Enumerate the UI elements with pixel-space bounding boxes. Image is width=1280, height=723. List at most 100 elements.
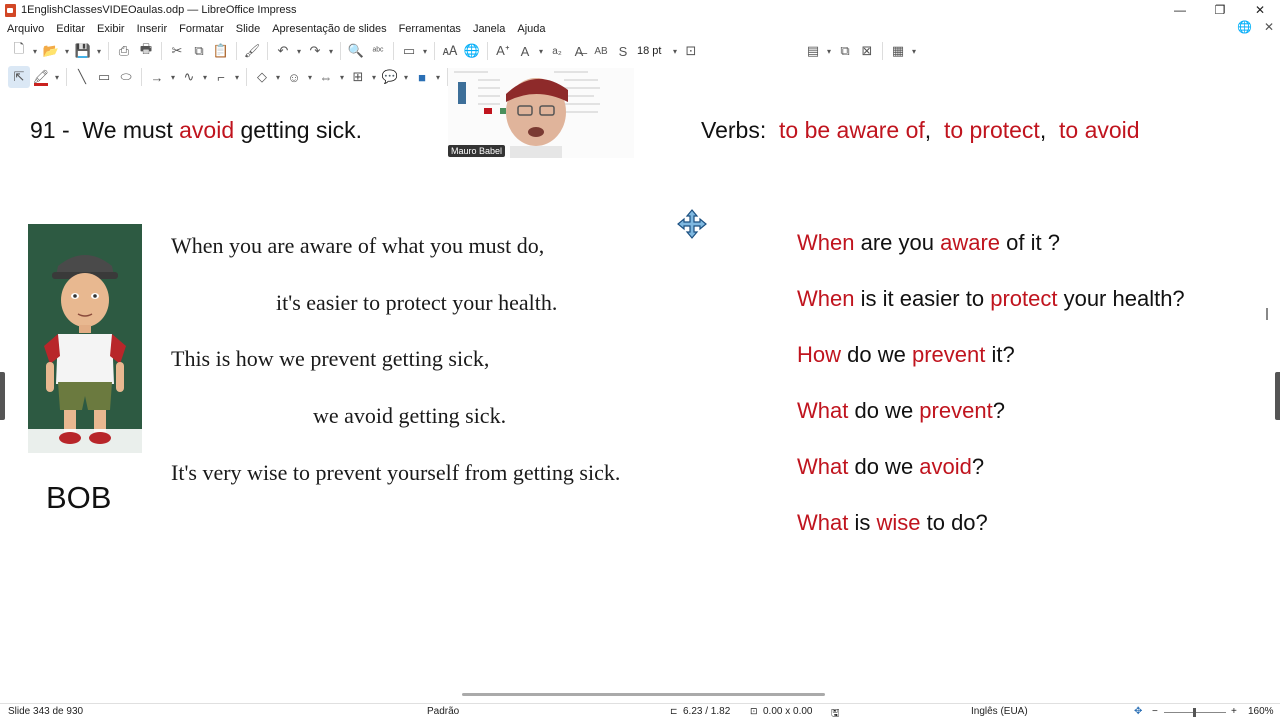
slide-pane-toggle[interactable] xyxy=(0,372,5,420)
question-1[interactable]: When are you aware of it ? xyxy=(797,230,1060,256)
insert-line-icon[interactable]: ╲ xyxy=(71,66,93,88)
globe-icon[interactable]: 🌐 xyxy=(1237,20,1252,34)
print-icon[interactable]: 🖶 xyxy=(135,40,157,62)
menu-exibir[interactable]: Exibir xyxy=(91,23,131,35)
menu-janela[interactable]: Janela xyxy=(467,23,511,35)
shadow-icon[interactable]: S xyxy=(612,40,634,62)
menu-apresentacao[interactable]: Apresentação de slides xyxy=(266,23,392,35)
block-arrows-icon[interactable]: ⇔ xyxy=(315,66,337,88)
question-5[interactable]: What do we avoid? xyxy=(797,454,984,480)
question-6[interactable]: What is wise to do? xyxy=(797,510,988,536)
spellcheck-icon[interactable]: ᵃᵇᶜ xyxy=(367,40,389,62)
chevron-down-icon[interactable]: ▾ xyxy=(94,40,104,62)
chevron-down-icon[interactable]: ▾ xyxy=(433,66,443,88)
chevron-down-icon[interactable]: ▾ xyxy=(909,40,919,62)
zoom-out-button[interactable]: − xyxy=(1152,706,1158,717)
slide-show-icon[interactable]: ⊡ xyxy=(680,40,702,62)
redo-icon[interactable]: ↷ xyxy=(304,40,326,62)
export-pdf-icon[interactable]: ⎙ xyxy=(113,40,135,62)
slide-layout-icon[interactable]: ▦ xyxy=(887,40,909,62)
chevron-down-icon[interactable]: ▾ xyxy=(536,40,546,62)
character-name[interactable]: BOB xyxy=(46,480,111,516)
menu-slide[interactable]: Slide xyxy=(230,23,266,35)
connectors-icon[interactable]: ⌐ xyxy=(210,66,232,88)
char-spacing-icon[interactable]: AB xyxy=(590,40,612,62)
question-3[interactable]: How do we prevent it? xyxy=(797,342,1015,368)
undo-icon[interactable]: ↶ xyxy=(272,40,294,62)
duplicate-slide-icon[interactable]: ⧉ xyxy=(834,40,856,62)
chevron-down-icon[interactable]: ▾ xyxy=(52,66,62,88)
chevron-down-icon[interactable]: ▾ xyxy=(401,66,411,88)
menu-arquivo[interactable]: Arquivo xyxy=(0,23,50,35)
increase-font-icon[interactable]: Aᐩ xyxy=(492,40,514,62)
menu-inserir[interactable]: Inserir xyxy=(131,23,174,35)
font-size-field[interactable]: 18 pt xyxy=(634,42,670,60)
new-document-icon[interactable]: 🗋 xyxy=(8,40,30,62)
minimize-button[interactable]: — xyxy=(1160,0,1200,20)
subscript-icon[interactable]: a₂ xyxy=(546,40,568,62)
zoom-in-button[interactable]: + xyxy=(1231,706,1237,717)
chevron-down-icon[interactable]: ▾ xyxy=(824,40,834,62)
select-pointer-icon[interactable]: ⇱ xyxy=(8,66,30,88)
flowchart-icon[interactable]: ⊞ xyxy=(347,66,369,88)
fit-slide-icon[interactable]: ✥ xyxy=(1134,706,1142,717)
3d-objects-icon[interactable]: ■ xyxy=(411,66,433,88)
passage-line[interactable]: When you are aware of what you must do, xyxy=(171,233,544,259)
insert-text-box-icon[interactable]: 🗚 xyxy=(439,40,461,62)
paste-icon[interactable]: 📋 xyxy=(210,40,232,62)
restore-button[interactable]: ❐ xyxy=(1200,0,1240,20)
lines-arrows-icon[interactable]: → xyxy=(146,66,168,88)
basic-shapes-icon[interactable]: ◇ xyxy=(251,66,273,88)
line-color-icon[interactable]: 🖍 xyxy=(30,66,52,88)
passage-line[interactable]: it's easier to protect your health. xyxy=(276,290,557,316)
ellipse-icon[interactable]: ⬭ xyxy=(115,66,137,88)
text-language[interactable]: Inglês (EUA) xyxy=(971,706,1028,717)
question-2[interactable]: When is it easier to protect your health… xyxy=(797,286,1185,312)
rectangle-icon[interactable]: ▭ xyxy=(93,66,115,88)
zoom-level[interactable]: 160% xyxy=(1248,706,1274,717)
chevron-down-icon[interactable]: ▾ xyxy=(326,40,336,62)
clear-format-icon[interactable]: A̶ xyxy=(568,40,590,62)
menu-ajuda[interactable]: Ajuda xyxy=(511,23,551,35)
menu-formatar[interactable]: Formatar xyxy=(173,23,230,35)
display-views-icon[interactable]: ▭ xyxy=(398,40,420,62)
passage-line[interactable]: It's very wise to prevent yourself from … xyxy=(171,460,620,486)
sidebar-toggle[interactable] xyxy=(1275,372,1280,420)
passage-line[interactable]: This is how we prevent getting sick, xyxy=(171,346,489,372)
callouts-icon[interactable]: 💬 xyxy=(379,66,401,88)
passage-line[interactable]: we avoid getting sick. xyxy=(313,403,506,429)
verbs-line[interactable]: Verbs: to be aware of, to protect, to av… xyxy=(701,117,1140,144)
horizontal-scrollbar[interactable] xyxy=(462,693,825,696)
insert-hyperlink-icon[interactable]: 🌐 xyxy=(461,40,483,62)
zoom-slider-knob[interactable] xyxy=(1193,708,1196,717)
cut-icon[interactable]: ✂ xyxy=(166,40,188,62)
master-layout-name[interactable]: Padrão xyxy=(427,706,459,717)
find-replace-icon[interactable]: 🔍 xyxy=(345,40,367,62)
bob-character-image[interactable] xyxy=(28,224,142,453)
chevron-down-icon[interactable]: ▾ xyxy=(62,40,72,62)
chevron-down-icon[interactable]: ▾ xyxy=(369,66,379,88)
slide-heading[interactable]: 91 - We must avoid getting sick. xyxy=(30,117,362,144)
save-icon[interactable]: 💾 xyxy=(72,40,94,62)
font-color-icon[interactable]: A xyxy=(514,40,536,62)
save-status-icon[interactable]: 🖫 xyxy=(831,706,840,723)
new-slide-icon[interactable]: ▤ xyxy=(802,40,824,62)
delete-slide-icon[interactable]: ⊠ xyxy=(856,40,878,62)
close-document-icon[interactable]: ✕ xyxy=(1264,20,1274,34)
chevron-down-icon[interactable]: ▾ xyxy=(200,66,210,88)
chevron-down-icon[interactable]: ▾ xyxy=(168,66,178,88)
chevron-down-icon[interactable]: ▾ xyxy=(420,40,430,62)
vertical-scrollbar[interactable] xyxy=(1266,308,1268,320)
curves-icon[interactable]: ∿ xyxy=(178,66,200,88)
font-size-dropdown-icon[interactable]: ▾ xyxy=(670,40,680,62)
chevron-down-icon[interactable]: ▾ xyxy=(294,40,304,62)
chevron-down-icon[interactable]: ▾ xyxy=(30,40,40,62)
menu-ferramentas[interactable]: Ferramentas xyxy=(393,23,467,35)
chevron-down-icon[interactable]: ▾ xyxy=(232,66,242,88)
question-4[interactable]: What do we prevent? xyxy=(797,398,1005,424)
slide-canvas[interactable] xyxy=(0,90,1268,690)
clone-formatting-icon[interactable]: 🖌 xyxy=(241,40,263,62)
open-folder-icon[interactable]: 📂 xyxy=(40,40,62,62)
copy-icon[interactable]: ⧉ xyxy=(188,40,210,62)
close-button[interactable]: ✕ xyxy=(1240,0,1280,20)
